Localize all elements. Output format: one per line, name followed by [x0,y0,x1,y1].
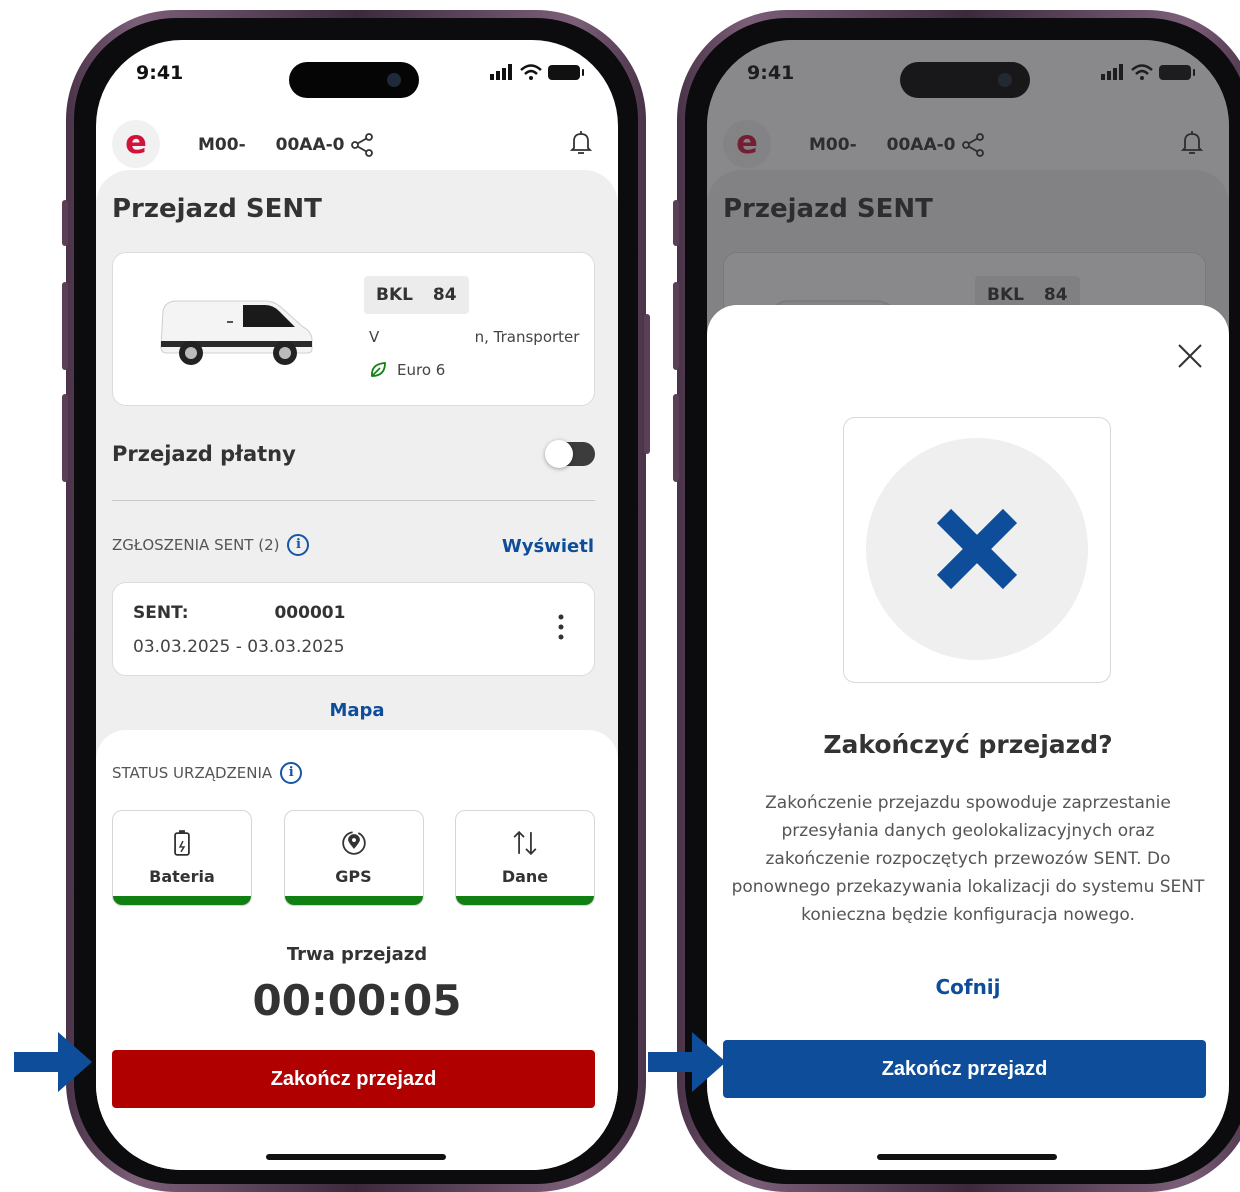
phone-bezel: 9:41 e M00- 00AA-0 [74,18,638,1184]
bell-icon[interactable] [570,130,592,156]
system-icons [490,64,584,80]
cross-icon [936,508,1018,590]
side-button [644,314,650,454]
cancel-button[interactable]: Cofnij [707,975,1229,999]
vehicle-model: V n, Transporter [369,328,580,346]
paid-ride-toggle[interactable] [545,440,595,468]
status-tile-data[interactable]: Dane [455,810,595,906]
side-button [673,282,679,370]
status-tiles: Bateria GPS Dane [112,810,595,906]
camera-icon [387,73,401,87]
app-header: e M00- 00AA-0 [96,110,618,170]
status-bar-green [113,896,251,905]
pointer-arrow-icon [648,1032,726,1092]
modal-title: Zakończyć przejazd? [823,730,1113,759]
ride-timer: 00:00:05 [252,976,462,1025]
sent-section-header: ZGŁOSZENIA SENT (2) i [112,534,310,556]
leaf-icon [371,362,386,377]
vehicle-card[interactable]: BKL 84 V n, Transporter Euro 6 [112,252,595,406]
status-bar: 9:41 [96,40,618,110]
paid-ride-label: Przejazd płatny [112,442,296,466]
plate-part-2: 00AA-0 [275,135,345,155]
info-icon[interactable]: i [280,762,303,784]
page-title: Przejazd SENT [112,194,322,224]
paid-ride-row: Przejazd płatny [112,440,595,500]
vehicle-plate: BKL 84 [364,276,469,314]
illustration-circle [866,438,1088,660]
location-icon [341,831,366,855]
end-ride-button[interactable]: Zakończ przejazd [112,1050,595,1108]
dynamic-island [289,62,419,98]
info-icon[interactable]: i [287,534,310,556]
emission-label: Euro 6 [397,361,446,379]
side-button [673,394,679,482]
screen-main: 9:41 e M00- 00AA-0 Przejazd SENT BKL 84 … [96,40,618,1170]
phone-frame-left: 9:41 e M00- 00AA-0 Przejazd SENT BKL 84 … [62,10,650,1192]
device-status-label: STATUS URZĄDZENIA [112,764,273,782]
ride-status-label: Trwa przejazd [286,944,428,965]
illustration-card [843,417,1111,683]
sent-dates: 03.03.2025 - 03.03.2025 [133,637,345,657]
home-indicator [266,1154,446,1160]
status-bar-green [284,896,423,905]
confirm-end-ride-button[interactable]: Zakończ przejazd [723,1040,1206,1098]
tile-label: Bateria [149,867,215,886]
device-status-header: STATUS URZĄDZENIA i [112,762,303,784]
home-indicator [877,1154,1057,1160]
divider [112,500,595,501]
side-button [62,200,68,246]
wifi-icon [520,64,542,80]
plate-group: 00AA-0 [276,132,375,158]
app-logo[interactable]: e [112,120,160,168]
van-image [160,300,313,365]
show-sent-link[interactable]: Wyświetl [502,536,594,557]
battery-icon [174,830,190,856]
sent-section-label: ZGŁOSZENIA SENT (2) [112,536,280,554]
share-icon[interactable] [349,132,375,158]
plate-part-1: M00- [198,135,246,155]
status-time: 9:41 [136,62,184,84]
phone-bezel: 9:41 e M00- 00AA-0 [685,18,1240,1184]
header-plate: M00- 00AA-0 [198,132,375,158]
status-bar-green [456,896,594,905]
toggle-knob [545,440,573,468]
device-status-sheet: STATUS URZĄDZENIA i Bateria GPS Dane Trw… [96,730,618,1170]
status-tile-gps[interactable]: GPS [283,810,424,906]
pointer-arrow-icon [14,1032,92,1092]
emission-class: Euro 6 [369,361,445,379]
tile-label: Dane [501,867,549,886]
battery-status-icon [548,64,584,80]
data-transfer-icon [513,830,537,856]
more-options-icon[interactable] [558,613,564,641]
end-ride-modal: Zakończyć przejazd? Zakończenie przejazd… [707,305,1229,1170]
side-button [62,394,68,482]
sent-id: SENT: 000001 [133,603,346,623]
status-tile-battery[interactable]: Bateria [112,810,252,906]
phone-frame-right: 9:41 e M00- 00AA-0 [673,10,1240,1192]
tile-label: GPS [335,867,372,886]
screen-modal: 9:41 e M00- 00AA-0 [707,40,1229,1170]
sent-item-card[interactable]: SENT: 000001 03.03.2025 - 03.03.2025 [112,582,595,676]
side-button [673,200,679,246]
side-button [62,282,68,370]
close-icon[interactable] [1177,343,1203,369]
map-link[interactable]: Mapa [96,700,618,721]
modal-description: Zakończenie przejazdu spowoduje zaprzest… [731,793,1205,925]
signal-icon [490,64,512,80]
